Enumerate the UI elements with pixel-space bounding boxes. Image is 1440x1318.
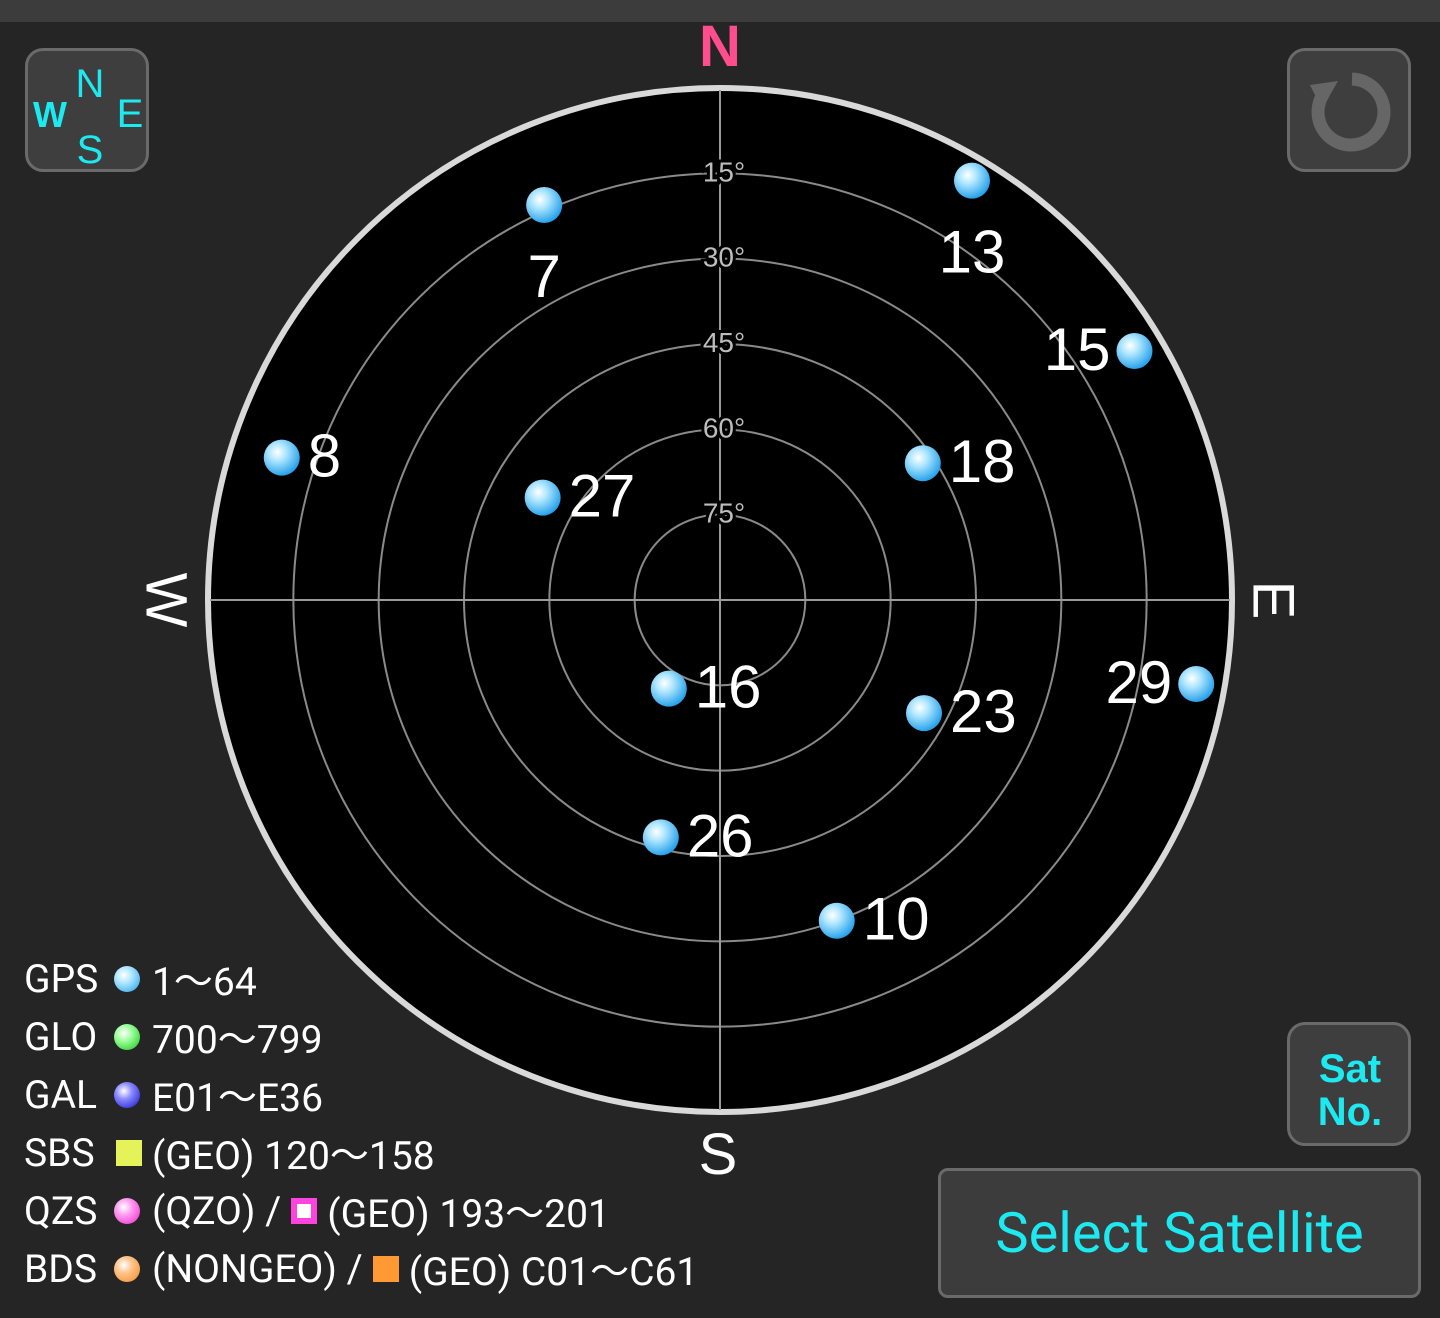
svg-text:E: E (117, 92, 144, 136)
compass-east-label: E (1241, 581, 1306, 620)
satellite-dot-icon (642, 819, 679, 856)
satellite-number-label: 13 (939, 219, 1006, 286)
sat-number-toggle-button[interactable]: Sat No. (1287, 1022, 1411, 1146)
legend-system-label: SBS (24, 1130, 95, 1176)
refresh-button[interactable] (1287, 48, 1411, 172)
legend-range: 1〜64 (152, 959, 257, 1005)
svg-text:No.: No. (1318, 1090, 1382, 1134)
legend-system-label: QZS (24, 1188, 98, 1234)
satellite-dot-icon (524, 479, 561, 516)
satellite-dot-icon (818, 902, 855, 939)
bds-square-icon (372, 1256, 399, 1282)
satellite-number-label: 15 (1044, 316, 1111, 383)
legend-row-gal: GAL E01〜E36 (24, 1066, 698, 1124)
satellite-number-label: 10 (863, 886, 930, 953)
legend-range: (QZO) / (152, 1188, 282, 1234)
elevation-label: 15° (703, 156, 745, 187)
legend-range: 700〜799 (152, 1017, 323, 1063)
compass-orientation-button[interactable]: N S E W (25, 48, 149, 172)
elevation-label: 75° (703, 498, 745, 529)
satellite-number-label: 7 (527, 243, 560, 310)
gps-dot-icon (114, 966, 140, 992)
qzs-dot-icon (114, 1198, 140, 1224)
glo-dot-icon (114, 1024, 140, 1050)
compass-west-label: W (134, 573, 199, 628)
satellite-number-label: 8 (308, 423, 341, 490)
legend-range: (GEO) 120〜158 (152, 1133, 435, 1179)
sbs-square-icon (116, 1140, 142, 1166)
legend-row-glo: GLO 700〜799 (24, 1008, 698, 1066)
elevation-label: 30° (703, 242, 745, 273)
svg-text:Sat: Sat (1319, 1047, 1381, 1091)
legend-range: (NONGEO) / (152, 1246, 363, 1292)
satellite-dot-icon (1116, 332, 1153, 369)
gal-dot-icon (114, 1082, 140, 1108)
compass-letters-icon: N S E W (33, 62, 144, 169)
elevation-label: 60° (703, 412, 745, 443)
legend-system-label: BDS (24, 1246, 98, 1292)
satellite-dot-icon (906, 695, 943, 732)
legend-system-label: GAL (24, 1072, 98, 1118)
satellite-dot-icon (1178, 665, 1215, 702)
satellite-dot-icon (526, 187, 563, 224)
legend-system-label: GLO (24, 1014, 98, 1060)
legend-row-qzs: QZS (QZO) / (GEO) 193〜201 (24, 1182, 698, 1240)
legend-range: (GEO) C01〜C61 (408, 1249, 699, 1295)
svg-text:W: W (33, 94, 67, 135)
legend-row-sbs: SBS (GEO) 120〜158 (24, 1124, 698, 1182)
legend-range: E01〜E36 (152, 1075, 324, 1121)
satellite-number-label: 23 (950, 678, 1017, 745)
satellite-dot-icon (650, 670, 687, 707)
satellite-number-label: 16 (695, 654, 762, 721)
satellite-dot-icon (263, 439, 300, 476)
compass-north-label: N (699, 14, 741, 79)
elevation-label: 45° (703, 327, 745, 358)
svg-text:N: N (76, 62, 105, 106)
satellite-number-label: 26 (687, 802, 754, 869)
legend-row-gps: GPS 1〜64 (24, 950, 698, 1008)
sat-number-icon: Sat No. (1318, 1047, 1382, 1134)
satellite-number-label: 27 (569, 463, 636, 530)
refresh-icon (1310, 72, 1391, 152)
compass-south-label: S (699, 1122, 738, 1187)
satellite-marker[interactable]: 7 (526, 187, 563, 310)
legend-range: (GEO) 193〜201 (327, 1191, 610, 1237)
select-satellite-button[interactable]: Select Satellite (938, 1168, 1421, 1298)
bds-dot-icon (114, 1256, 140, 1282)
constellation-legend: GPS 1〜64 GLO 700〜799 GAL E01〜E36 SBS (GE… (24, 950, 698, 1298)
svg-text:S: S (77, 128, 104, 169)
satellite-number-label: 29 (1105, 649, 1172, 716)
satellite-dot-icon (953, 162, 990, 199)
satellite-number-label: 18 (949, 428, 1016, 495)
legend-system-label: GPS (24, 956, 99, 1002)
legend-row-bds: BDS (NONGEO) / (GEO) C01〜C61 (24, 1240, 698, 1298)
qzs-square-icon (291, 1198, 318, 1224)
satellite-dot-icon (904, 445, 941, 482)
